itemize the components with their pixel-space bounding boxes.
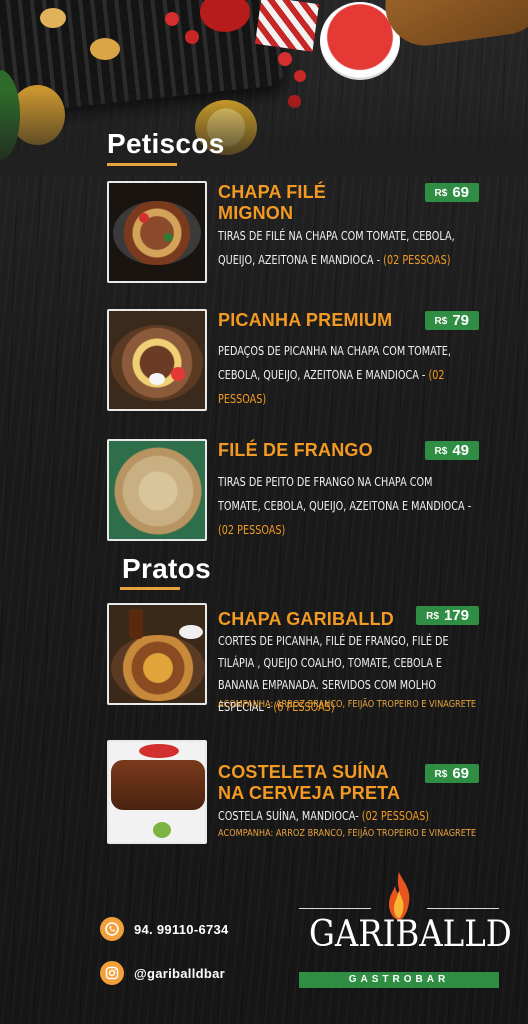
section-underline: [107, 163, 177, 166]
dish-photo: [107, 740, 207, 844]
wooden-board-image: [380, 0, 528, 51]
menu-item-chapa-gariballd: CHAPA GARIBALLD R$ 179 CORTES DE PICANHA,…: [107, 603, 507, 714]
item-name: CHAPA FILÉ MIGNON: [218, 182, 326, 223]
price-badge: R$ 79: [424, 311, 479, 330]
dish-photo: [107, 603, 207, 705]
cherry-tomato-image: [278, 52, 292, 66]
item-description: TIRAS DE FILÉ NA CHAPA COM TOMATE, CEBOL…: [218, 228, 455, 267]
item-name: FILÉ DE FRANGO: [218, 440, 373, 460]
instagram-icon: [100, 961, 124, 985]
item-name: PICANHA PREMIUM: [218, 310, 393, 330]
contact-phone[interactable]: 94. 99110-6734: [100, 917, 229, 941]
section-title-pratos: Pratos: [122, 553, 211, 584]
item-name: COSTELETA SUÍNA NA CERVEJA PRETA: [218, 762, 401, 803]
item-accompaniment: ACOMPANHA: ARROZ BRANCO, FEIJÃO TROPEIRO…: [218, 828, 477, 839]
dish-photo: [107, 309, 207, 411]
instagram-handle: @gariballdbar: [134, 965, 225, 981]
dish-photo: [107, 181, 207, 283]
cherry-tomato-image: [294, 70, 306, 82]
phone-number: 94. 99110-6734: [134, 921, 229, 937]
potato-image: [90, 38, 120, 60]
dish-photo: [107, 439, 207, 541]
tomato-image: [185, 30, 199, 44]
item-accompaniment: ACOMPANHA: ARROZ BRANCO, FEIJÃO TROPEIRO…: [218, 699, 477, 710]
menu-item-file-de-frango: FILÉ DE FRANGO R$ 49 TIRAS DE PEITO DE FR…: [107, 439, 507, 544]
header-food-photo: [0, 0, 528, 175]
item-description: COSTELA SUÍNA, MANDIOCA- (02 PESSOAS): [218, 808, 430, 823]
item-description: TIRAS DE PEITO DE FRANGO NA CHAPA COM TO…: [218, 474, 472, 537]
price-badge: R$ 69: [424, 183, 479, 202]
item-name: CHAPA GARIBALLD: [218, 609, 394, 629]
brand-tagline: GASTROBAR: [299, 972, 499, 988]
price-badge: R$ 179: [416, 606, 479, 625]
price-badge: R$ 49: [424, 441, 479, 460]
item-description: PEDAÇOS DE PICANHA NA CHAPA COM TOMATE, …: [218, 343, 451, 406]
price-badge: R$ 69: [424, 764, 479, 783]
section-underline: [120, 587, 180, 590]
whatsapp-icon: [100, 917, 124, 941]
section-title-petiscos: Petiscos: [107, 128, 225, 159]
gariballd-logo: GARIBALLD GASTROBAR: [299, 872, 512, 990]
tomato-image: [165, 12, 179, 26]
brand-name: GARIBALLD: [309, 914, 512, 955]
logo-rule-right: [427, 908, 499, 909]
logo-rule-left: [299, 908, 371, 909]
menu-item-picanha-premium: PICANHA PREMIUM R$ 79 PEDAÇOS DE PICANHA …: [107, 309, 507, 414]
photo-fade: [0, 90, 528, 175]
menu-item-chapa-file-mignon: CHAPA FILÉ MIGNON R$ 69 TIRAS DE FILÉ NA …: [107, 181, 507, 286]
menu-item-costeleta-suina: COSTELETA SUÍNA NA CERVEJA PRETA R$ 69 CO…: [107, 740, 507, 845]
checkered-cloth-image: [254, 0, 320, 52]
contact-instagram[interactable]: @gariballdbar: [100, 961, 225, 985]
potato-image: [40, 8, 66, 28]
